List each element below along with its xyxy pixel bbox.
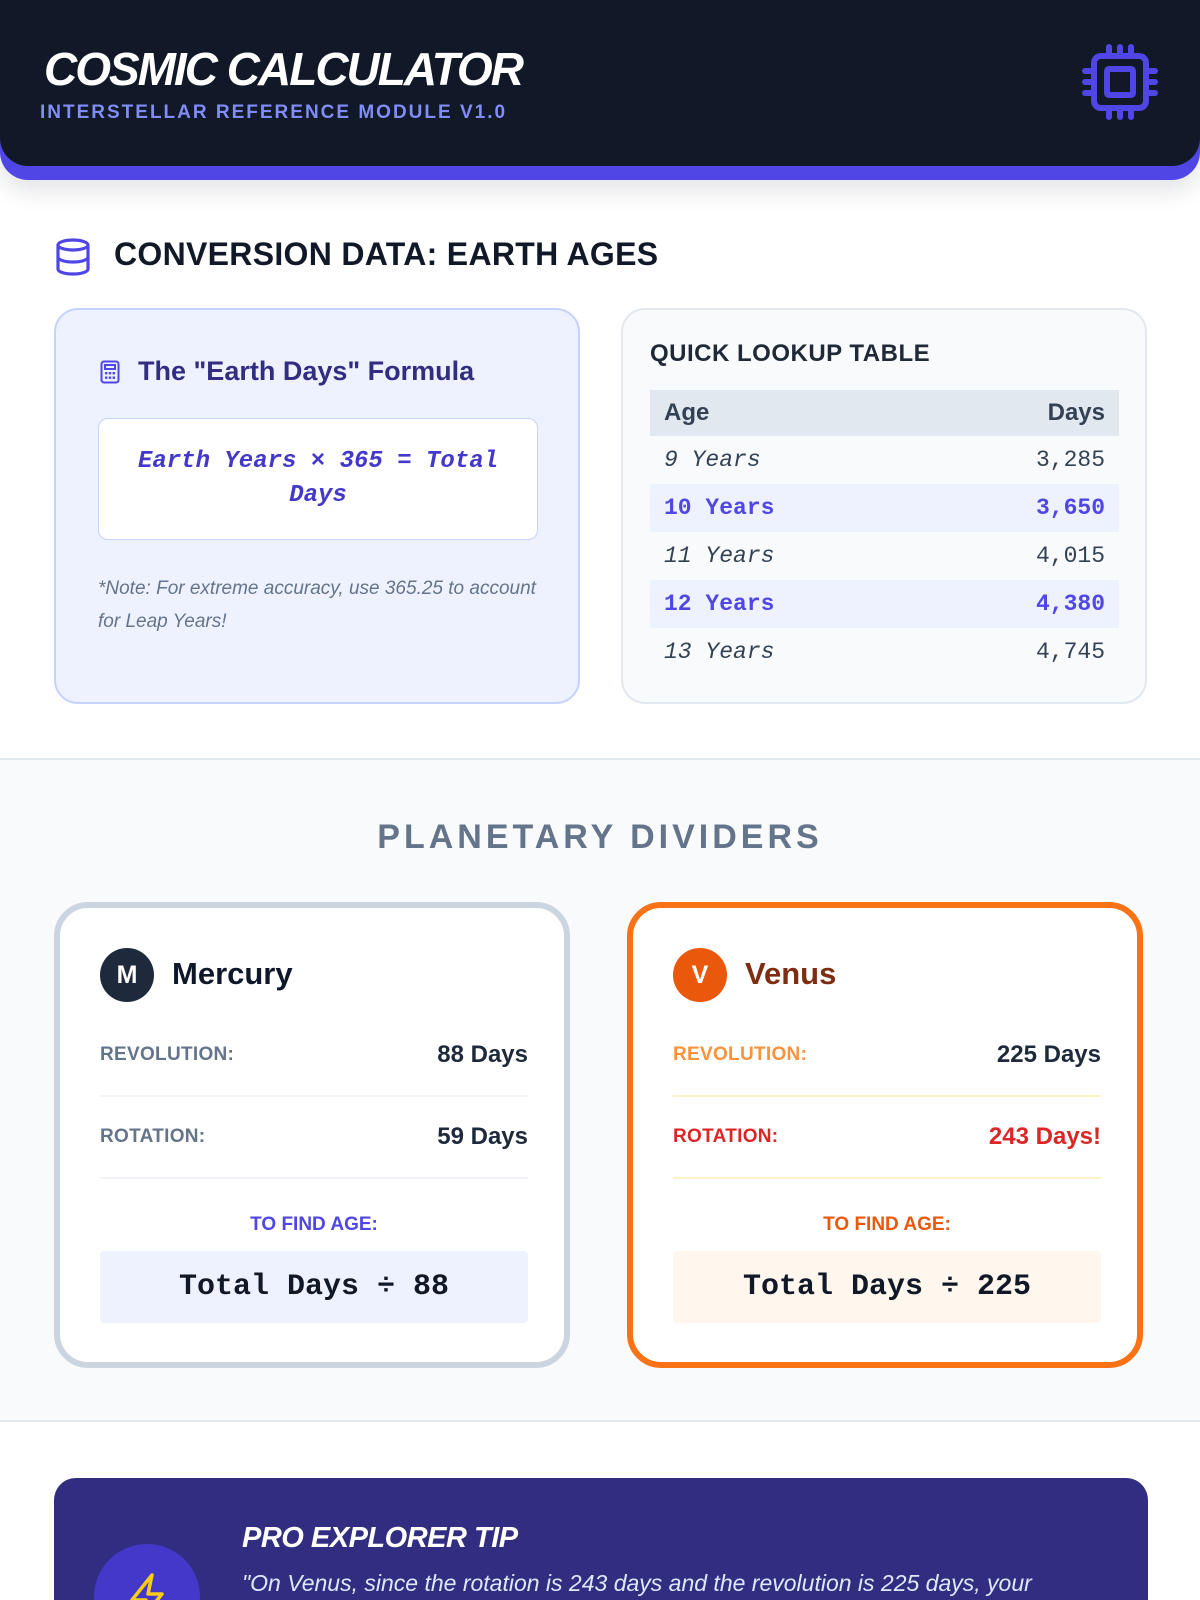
- formula-text: Earth Years × 365 = Total Days: [137, 448, 499, 509]
- age-formula: Total Days ÷ 88: [100, 1251, 528, 1323]
- age-formula: Total Days ÷ 225: [673, 1251, 1101, 1323]
- revolution-row: REVOLUTION: 88 Days: [100, 1015, 528, 1097]
- app-subtitle: INTERSTELLAR REFERENCE MODULE V1.0: [40, 102, 508, 123]
- rotation-row: ROTATION: 59 Days: [100, 1097, 528, 1179]
- lookup-title: QUICK LOOKUP TABLE: [650, 340, 931, 367]
- calculator-icon: [100, 360, 120, 384]
- planet-avatar: V: [673, 948, 727, 1002]
- table-row: 11 Years 4,015: [650, 532, 1119, 580]
- app-header: COSMIC CALCULATOR INTERSTELLAR REFERENCE…: [0, 0, 1200, 180]
- tip-text: "On Venus, since the rotation is 243 day…: [242, 1570, 1032, 1596]
- revolution-value: 225 Days: [996, 1041, 1101, 1068]
- days-cell: 3,650: [1035, 495, 1105, 521]
- column-header-age: Age: [664, 399, 710, 426]
- find-age-label: TO FIND AGE:: [823, 1214, 951, 1235]
- lightning-bolt-icon: [130, 1573, 164, 1600]
- column-header-days: Days: [1047, 399, 1105, 426]
- rotation-value: 59 Days: [437, 1123, 528, 1150]
- planet-card-mercury: M Mercury REVOLUTION: 88 Days ROTATION: …: [54, 902, 570, 1368]
- cpu-chip-icon: [1082, 44, 1158, 120]
- rotation-label: ROTATION:: [673, 1126, 779, 1147]
- formula-title: The "Earth Days" Formula: [138, 356, 475, 386]
- days-cell: 3,285: [1035, 447, 1105, 473]
- age-cell: 9 Years: [664, 447, 761, 473]
- rotation-value: 243 Days!: [988, 1123, 1101, 1150]
- age-cell: 11 Years: [664, 543, 775, 569]
- revolution-value: 88 Days: [437, 1041, 528, 1068]
- rotation-row: ROTATION: 243 Days!: [673, 1097, 1101, 1179]
- find-age-label: TO FIND AGE:: [250, 1214, 378, 1235]
- section-title-planetary: PLANETARY DIVIDERS: [377, 818, 823, 856]
- section-title-conversion: CONVERSION DATA: EARTH AGES: [114, 236, 659, 272]
- table-row: 13 Years 4,745: [650, 628, 1119, 676]
- planet-avatar: M: [100, 948, 154, 1002]
- formula-note: *Note: For extreme accuracy, use 365.25 …: [98, 578, 536, 632]
- revolution-label: REVOLUTION:: [673, 1044, 808, 1065]
- days-cell: 4,380: [1035, 591, 1105, 617]
- header-bar: COSMIC CALCULATOR INTERSTELLAR REFERENCE…: [0, 0, 1200, 166]
- table-row: 9 Years 3,285: [650, 436, 1119, 484]
- planet-name: Mercury: [172, 956, 293, 991]
- table-row-highlighted: 12 Years 4,380: [650, 580, 1119, 628]
- days-cell: 4,745: [1035, 639, 1105, 665]
- rotation-label: ROTATION:: [100, 1126, 206, 1147]
- age-cell: 13 Years: [664, 639, 775, 665]
- planet-name: Venus: [745, 956, 837, 991]
- planet-card-venus: V Venus REVOLUTION: 225 Days ROTATION: 2…: [627, 902, 1143, 1368]
- lookup-card: QUICK LOOKUP TABLE Age Days 9 Years 3,28…: [621, 308, 1147, 704]
- days-cell: 4,015: [1035, 543, 1105, 569]
- tip-title: PRO EXPLORER TIP: [242, 1522, 518, 1554]
- app-title: COSMIC CALCULATOR: [44, 43, 524, 95]
- table-header: Age Days: [650, 390, 1119, 436]
- tip-icon-circle: [94, 1544, 200, 1600]
- pro-tip-card: PRO EXPLORER TIP "On Venus, since the ro…: [54, 1478, 1148, 1600]
- planetary-section: PLANETARY DIVIDERS M Mercury REVOLUTION:…: [0, 758, 1200, 1422]
- table-row-highlighted: 10 Years 3,650: [650, 484, 1119, 532]
- age-cell: 10 Years: [664, 495, 775, 521]
- lookup-table: Age Days 9 Years 3,285 10 Years 3,650 11…: [650, 390, 1119, 676]
- database-icon: [56, 238, 90, 276]
- formula-card: The "Earth Days" Formula Earth Years × 3…: [54, 308, 580, 704]
- age-cell: 12 Years: [664, 591, 775, 617]
- revolution-row: REVOLUTION: 225 Days: [673, 1015, 1101, 1097]
- revolution-label: REVOLUTION:: [100, 1044, 235, 1065]
- formula-box: Earth Years × 365 = Total Days: [98, 418, 538, 540]
